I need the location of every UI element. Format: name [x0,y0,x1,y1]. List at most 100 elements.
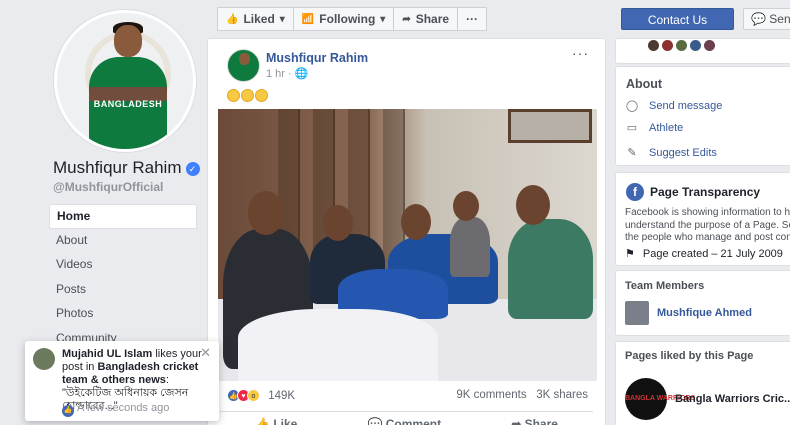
liked-pages-card: Pages liked by this Page BANGLA WARRIORS… [615,341,790,425]
nav-item-photos[interactable]: Photos [49,302,197,327]
liked-label: Liked [243,12,275,26]
page-created-row: ⚑ Page created – 21 July 2009 [625,247,783,261]
transparency-title[interactable]: f Page Transparency [626,183,760,201]
share-page-button[interactable]: ➦ Share [393,7,459,31]
team-members-title: Team Members [625,280,705,292]
close-icon[interactable]: ✕ [200,345,211,361]
category-text: Athlete [649,121,684,134]
transparency-description: Facebook is showing information to help … [625,207,790,245]
nav-item-posts[interactable]: Posts [49,278,197,303]
share-action-label: Share [524,417,558,425]
friend-avatar [676,40,687,51]
friend-avatar [648,40,659,51]
team-members-card: Team Members Mushfique Ahmed [615,270,790,336]
post-options-button[interactable]: ··· [572,45,589,61]
more-label: ··· [466,12,479,26]
photo-person-head [401,204,431,240]
following-label: Following [319,12,376,26]
photo-person-head [323,205,353,241]
post-stats: 👍 ♥ o 149K 9K comments 3K shares [227,389,588,405]
page-action-bar: 👍 Liked ▾ 📶 Following ▾ ➦ Share ··· [217,7,488,31]
photo-person [508,219,593,319]
notification-user: Mujahid UL Islam [62,348,153,360]
friend-faces[interactable] [648,40,715,51]
grin-emoji-icon [227,89,240,103]
post-timestamp[interactable]: 1 hr · 🌐 [266,67,308,80]
photo-person [450,217,490,277]
share-arrow-icon: ➦ [402,13,411,25]
nav-item-home[interactable]: Home [49,204,197,229]
notification-time: 👍 A few seconds ago [62,402,169,417]
thumbs-up-icon: 👍 [226,13,239,25]
rss-icon: 📶 [301,13,315,25]
send-label: Send [769,12,790,26]
photo-person-head [516,185,550,225]
profile-picture[interactable]: BANGLADESH [54,10,196,152]
notification-toast[interactable]: Mujahid UL Islam likes your post in Bang… [25,341,219,421]
liked-page-name: Bangla Warriors Cric... [675,393,790,405]
comment-count[interactable]: 9K comments [456,389,526,401]
category-link[interactable]: ▭ Athlete [625,121,684,135]
share-button[interactable]: ➦ Share [511,417,558,425]
suggest-edits-link[interactable]: ✎ Suggest Edits [625,146,717,160]
more-options-button[interactable]: ··· [457,7,488,31]
globe-icon: 🌐 [294,68,309,80]
post-author-name[interactable]: Mushfiqur Rahim [266,51,368,65]
page-nav: Home About Videos Posts Photos Community [49,204,197,351]
messenger-icon: ◯ [625,100,639,112]
photo-person-head [453,191,479,221]
page-created-text: Page created – 21 July 2009 [642,247,783,260]
liked-page-item[interactable]: BANGLA WARRIORS Bangla Warriors Cric... [625,378,790,420]
transparency-desc-line: the people who manage and post content. [625,232,790,243]
about-card: About ◯ Send message ▭ Athlete ✎ Suggest… [615,66,790,166]
post-photo[interactable] [218,109,597,381]
transparency-title-text: Page Transparency [650,185,761,199]
messenger-icon: 💬 [751,12,766,26]
photo-sheet [238,309,438,381]
send-message-link[interactable]: ◯ Send message [625,99,723,113]
chevron-down-icon: ▾ [279,13,285,25]
avatar-head [114,25,142,57]
friend-avatar [690,40,701,51]
friend-avatar [704,40,715,51]
share-count[interactable]: 3K shares [536,389,588,401]
post-author-avatar[interactable] [227,49,260,82]
contact-us-button[interactable]: Contact Us [621,8,734,30]
share-label: Share [415,12,450,26]
nav-item-about[interactable]: About [49,229,197,254]
transparency-desc-line: Facebook is showing information to help … [625,207,790,218]
comment-button[interactable]: 💬 Comment [367,417,441,425]
facebook-icon: f [626,183,644,201]
liked-pages-title: Pages liked by this Page [625,350,754,362]
liked-page-logo: BANGLA WARRIORS [625,378,695,420]
avatar-jersey-text: BANGLADESH [93,99,163,109]
page-transparency-card: f Page Transparency Facebook is showing … [615,172,790,266]
about-title: About [626,77,663,91]
comments-shares: 9K comments 3K shares [456,389,588,401]
post-actions: 👍 Like 💬 Comment ➦ Share [220,417,593,425]
nav-item-videos[interactable]: Videos [49,253,197,278]
send-message-button[interactable]: 💬 Send [743,8,790,30]
notification-time-text: A few seconds ago [77,402,170,414]
grin-emoji-icon [255,89,268,103]
grin-emoji-icon [241,89,254,103]
member-avatar [625,301,649,325]
photo-person-head [248,191,284,235]
divider [220,411,593,412]
comment-label: Comment [385,417,442,425]
verified-badge-icon: ✓ [185,162,200,176]
page-title[interactable]: Mushfiqur Rahim ✓ [53,158,200,178]
post-time-text: 1 hr [266,68,285,80]
liked-button[interactable]: 👍 Liked ▾ [217,7,294,31]
page-handle[interactable]: @MushfiqurOfficial [53,180,163,194]
transparency-desc-line: understand the purpose of a Page. See ac… [625,219,790,231]
like-button[interactable]: 👍 Like [255,417,297,425]
wow-reaction-icon: o [247,389,260,402]
following-button[interactable]: 📶 Following ▾ [292,7,395,31]
suggest-edits-text: Suggest Edits [649,146,717,159]
post-text [227,88,269,103]
post-card: Mushfiqur Rahim 1 hr · 🌐 ··· 👍 ♥ o 149K 9K… [207,38,606,425]
team-member[interactable]: Mushfique Ahmed [625,301,752,325]
reaction-count[interactable]: 149K [268,390,295,402]
page-name: Mushfiqur Rahim [53,158,182,177]
